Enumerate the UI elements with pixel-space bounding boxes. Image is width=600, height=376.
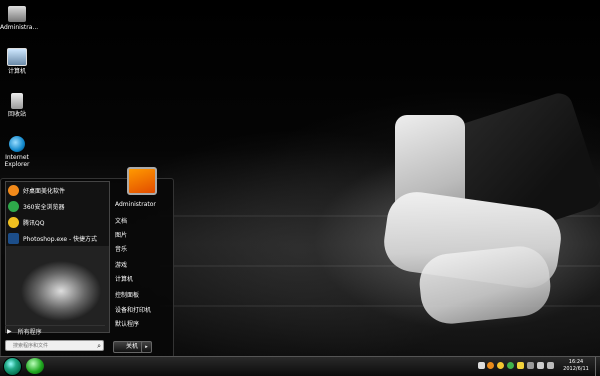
search-input[interactable]: 搜索程序和文件 ⌕ <box>5 340 104 351</box>
tray-icon[interactable] <box>507 362 514 369</box>
link-devices-printers[interactable]: 设备和打印机 <box>115 305 151 314</box>
taskbar-360-browser[interactable] <box>26 358 44 374</box>
tray-icon[interactable] <box>478 362 485 369</box>
desktop-icon-recycle-bin[interactable]: 回收站 <box>0 93 34 118</box>
system-clock[interactable]: 16:24 2012/6/11 <box>560 359 592 373</box>
tray-icon[interactable] <box>527 362 534 369</box>
desktop-icon-computer[interactable]: 计算机 <box>0 48 34 75</box>
arrow-right-icon: ▶ <box>7 327 12 335</box>
show-desktop-button[interactable] <box>595 357 600 376</box>
browser-icon <box>8 201 19 212</box>
link-documents[interactable]: 文档 <box>115 216 127 225</box>
start-button[interactable] <box>3 357 22 376</box>
user-folder-icon <box>8 6 26 22</box>
link-default-programs[interactable]: 默认程序 <box>115 319 139 328</box>
desktop-icon-administrator[interactable]: Administra... <box>0 6 38 31</box>
all-programs-button[interactable]: ▶ 所有程序 <box>5 325 105 336</box>
desktop-icon-internet-explorer[interactable]: Internet Explorer <box>0 136 34 168</box>
program-item[interactable]: 好桌面美化软件 <box>8 184 106 197</box>
internet-explorer-icon <box>9 136 25 152</box>
recycle-bin-icon <box>11 93 23 109</box>
link-computer[interactable]: 计算机 <box>115 274 133 283</box>
computer-icon <box>7 48 27 66</box>
arrow-right-icon: ▸ <box>145 344 148 350</box>
menu-wallpaper-preview <box>6 246 109 332</box>
program-item[interactable]: 腾讯QQ <box>8 216 106 229</box>
link-games[interactable]: 游戏 <box>115 260 127 269</box>
link-administrator[interactable]: Administrator <box>115 201 156 208</box>
start-menu: 好桌面美化软件 360安全浏览器 腾讯QQ Photoshop.exe - 快捷… <box>0 167 174 358</box>
program-item[interactable]: 360安全浏览器 <box>8 200 106 213</box>
flower-icon <box>8 185 19 196</box>
search-icon: ⌕ <box>97 342 101 350</box>
taskbar: 16:24 2012/6/11 <box>0 356 600 376</box>
link-music[interactable]: 音乐 <box>115 244 127 253</box>
penguin-icon <box>8 217 19 228</box>
tray-icon[interactable] <box>487 362 494 369</box>
program-item[interactable]: Photoshop.exe - 快捷方式 <box>8 232 106 245</box>
tray-icon[interactable] <box>537 362 544 369</box>
photoshop-icon <box>8 233 19 244</box>
user-avatar[interactable] <box>127 167 157 195</box>
link-pictures[interactable]: 图片 <box>115 230 127 239</box>
tray-icon[interactable] <box>497 362 504 369</box>
wallpaper-hand <box>416 243 554 327</box>
tray-icon[interactable] <box>517 362 524 369</box>
link-control-panel[interactable]: 控制面板 <box>115 290 139 299</box>
volume-icon[interactable] <box>547 362 554 369</box>
start-menu-programs-pane: 好桌面美化软件 360安全浏览器 腾讯QQ Photoshop.exe - 快捷… <box>5 181 110 333</box>
shutdown-options-button[interactable]: ▸ <box>141 341 152 353</box>
